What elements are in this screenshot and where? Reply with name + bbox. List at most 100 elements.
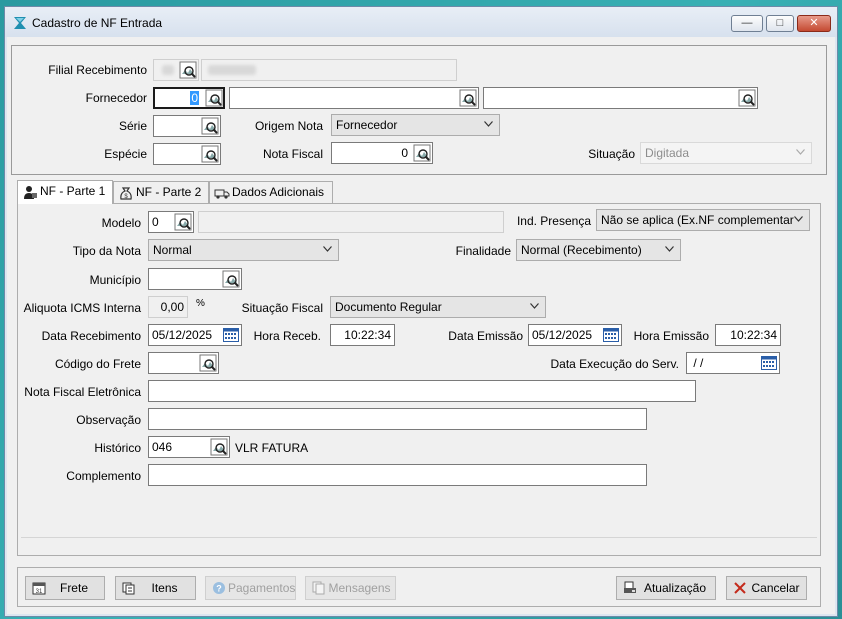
tipo-nota-label: Tipo da Nota xyxy=(72,244,141,258)
lookup-icon[interactable] xyxy=(738,89,756,107)
lookup-icon[interactable] xyxy=(413,144,431,162)
atualizacao-button[interactable]: Atualização xyxy=(616,576,716,600)
person-icon xyxy=(24,186,37,199)
filial-name-field xyxy=(201,59,457,81)
origem-nota-select[interactable]: Fornecedor xyxy=(331,114,500,136)
redacted-block xyxy=(208,65,256,75)
ind-presenca-label: Ind. Presença xyxy=(516,214,591,228)
fornecedor-label: Fornecedor xyxy=(85,91,147,105)
hora-emissao-label: Hora Emissão xyxy=(633,329,709,343)
nfe-label: Nota Fiscal Eletrônica xyxy=(24,385,141,399)
data-recebimento-input[interactable]: 05/12/2025 xyxy=(148,324,242,346)
fornecedor-code-input[interactable]: 0 xyxy=(153,87,225,109)
cancelar-button[interactable]: Cancelar xyxy=(726,576,807,600)
itens-button[interactable]: Itens xyxy=(115,576,196,600)
nota-fiscal-label: Nota Fiscal xyxy=(262,147,323,161)
origem-nota-label: Origem Nota xyxy=(254,119,323,133)
modelo-input[interactable]: 0 xyxy=(148,211,194,233)
money-bag-icon: $ xyxy=(120,187,132,200)
percent-label: % xyxy=(196,298,205,309)
chevron-down-icon xyxy=(794,216,803,222)
finalidade-label: Finalidade xyxy=(455,244,511,258)
situacao-label: Situação xyxy=(588,147,635,161)
title-bar[interactable]: Cadastro de NF Entrada — □ ✕ xyxy=(5,7,837,37)
filial-code-field xyxy=(153,59,199,81)
divider xyxy=(21,537,817,538)
calendar-icon[interactable] xyxy=(223,328,239,342)
window-title: Cadastro de NF Entrada xyxy=(32,16,163,30)
lookup-icon[interactable] xyxy=(222,270,240,288)
aliquota-input: 0,00 xyxy=(148,296,188,318)
municipio-label: Município xyxy=(89,273,141,287)
observacao-input[interactable] xyxy=(148,408,647,430)
lookup-icon[interactable] xyxy=(199,354,217,372)
historico-code-input[interactable]: 046 xyxy=(148,436,230,458)
lookup-icon[interactable] xyxy=(201,145,219,163)
close-button[interactable]: ✕ xyxy=(797,15,831,32)
mensagens-button[interactable]: Mensagens xyxy=(305,576,396,600)
serie-label: Série xyxy=(118,119,147,133)
tipo-nota-select[interactable]: Normal xyxy=(148,239,339,261)
serie-input[interactable] xyxy=(153,115,221,137)
calendar-page-icon: 31 xyxy=(32,582,46,595)
lookup-icon[interactable] xyxy=(459,89,477,107)
frete-button[interactable]: 31 Frete xyxy=(25,576,105,600)
svg-text:?: ? xyxy=(216,584,222,594)
minimize-button[interactable]: — xyxy=(731,15,763,32)
tab-nf-parte-2[interactable]: $ NF - Parte 2 xyxy=(113,181,209,203)
nota-fiscal-input[interactable]: 0 xyxy=(331,142,433,164)
nf-entrada-window: Cadastro de NF Entrada — □ ✕ Filial Rece… xyxy=(4,6,838,617)
hora-receb-input[interactable]: 10:22:34 xyxy=(330,324,395,346)
data-emissao-input[interactable]: 05/12/2025 xyxy=(528,324,622,346)
documents-icon xyxy=(312,581,325,595)
chevron-down-icon xyxy=(530,303,539,309)
chevron-down-icon xyxy=(484,121,493,127)
situacao-fiscal-select[interactable]: Documento Regular xyxy=(330,296,546,318)
svg-text:31: 31 xyxy=(36,589,43,595)
data-execucao-label: Data Execução do Serv. xyxy=(550,357,679,371)
fornecedor-name-input[interactable] xyxy=(229,87,479,109)
historico-label: Histórico xyxy=(94,441,141,455)
especie-input[interactable] xyxy=(153,143,221,165)
aliquota-label: Aliquota ICMS Interna xyxy=(23,301,141,315)
lookup-icon[interactable] xyxy=(179,61,197,79)
data-recebimento-label: Data Recebimento xyxy=(41,329,141,343)
tab-nf-parte-1[interactable]: NF - Parte 1 xyxy=(17,180,113,204)
historico-description: VLR FATURA xyxy=(235,441,309,455)
tab-dados-adicionais[interactable]: Dados Adicionais xyxy=(209,181,333,203)
redacted-block xyxy=(162,65,174,75)
municipio-input[interactable] xyxy=(148,268,242,290)
codigo-frete-label: Código do Frete xyxy=(54,357,141,371)
calendar-icon[interactable] xyxy=(761,356,777,370)
maximize-button[interactable]: □ xyxy=(766,15,794,32)
lookup-icon[interactable] xyxy=(210,438,228,456)
observacao-label: Observação xyxy=(76,413,141,427)
help-icon: ? xyxy=(213,582,225,594)
data-execucao-input[interactable]: / / xyxy=(686,352,780,374)
truck-icon xyxy=(214,189,230,199)
complemento-label: Complemento xyxy=(66,469,141,483)
lookup-icon[interactable] xyxy=(174,213,192,231)
nfe-input[interactable] xyxy=(148,380,696,402)
close-icon xyxy=(734,582,746,594)
modelo-label: Modelo xyxy=(101,216,141,230)
modelo-description-field xyxy=(198,211,504,233)
codigo-frete-input[interactable] xyxy=(148,352,219,374)
finalidade-select[interactable]: Normal (Recebimento) xyxy=(516,239,681,261)
app-logo-icon xyxy=(14,17,26,29)
lookup-icon[interactable] xyxy=(201,117,219,135)
fornecedor-document-input[interactable] xyxy=(483,87,758,109)
especie-label: Espécie xyxy=(104,147,147,161)
chevron-down-icon xyxy=(796,149,805,155)
printer-doc-icon xyxy=(624,581,636,593)
hora-emissao-input[interactable]: 10:22:34 xyxy=(715,324,781,346)
pagamentos-button[interactable]: ? Pagamentos xyxy=(205,576,296,600)
list-icon xyxy=(122,582,135,595)
hora-receb-label: Hora Receb. xyxy=(253,329,321,343)
complemento-input[interactable] xyxy=(148,464,647,486)
lookup-icon[interactable] xyxy=(205,89,223,107)
calendar-icon[interactable] xyxy=(603,328,619,342)
ind-presenca-select[interactable]: Não se aplica (Ex.NF complementar xyxy=(596,209,810,231)
data-emissao-label: Data Emissão xyxy=(448,329,523,343)
situacao-fiscal-label: Situação Fiscal xyxy=(241,301,323,315)
